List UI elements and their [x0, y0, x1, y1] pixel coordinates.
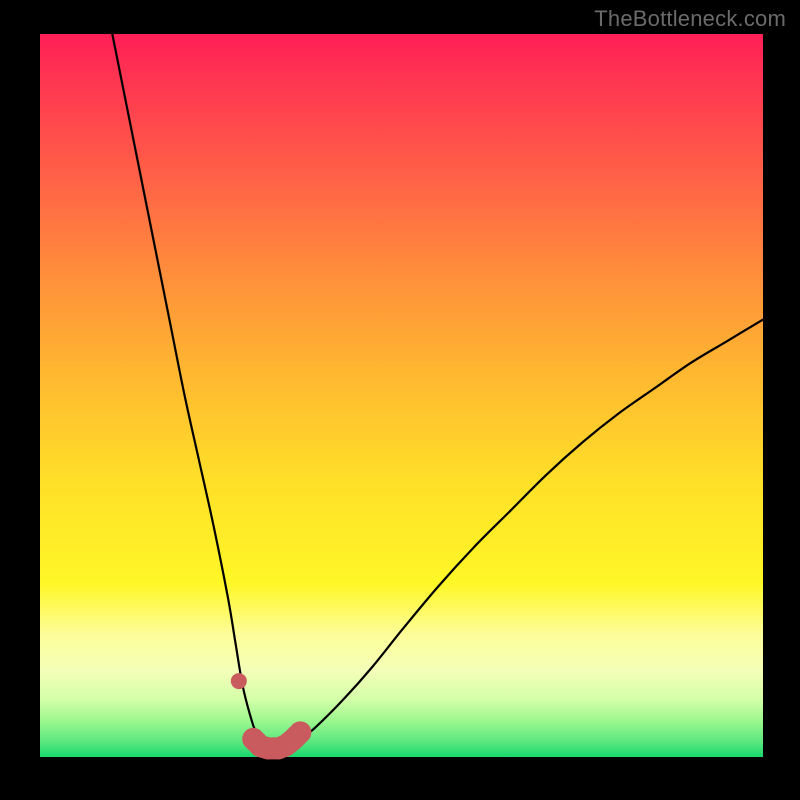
chart-frame: TheBottleneck.com	[0, 0, 800, 800]
watermark-text: TheBottleneck.com	[594, 6, 786, 32]
curve-markers	[231, 673, 311, 759]
plot-area	[40, 34, 763, 757]
curve-marker	[231, 673, 247, 689]
bottleneck-curve	[112, 34, 763, 750]
curve-marker	[289, 721, 311, 743]
curve-svg	[40, 34, 763, 757]
